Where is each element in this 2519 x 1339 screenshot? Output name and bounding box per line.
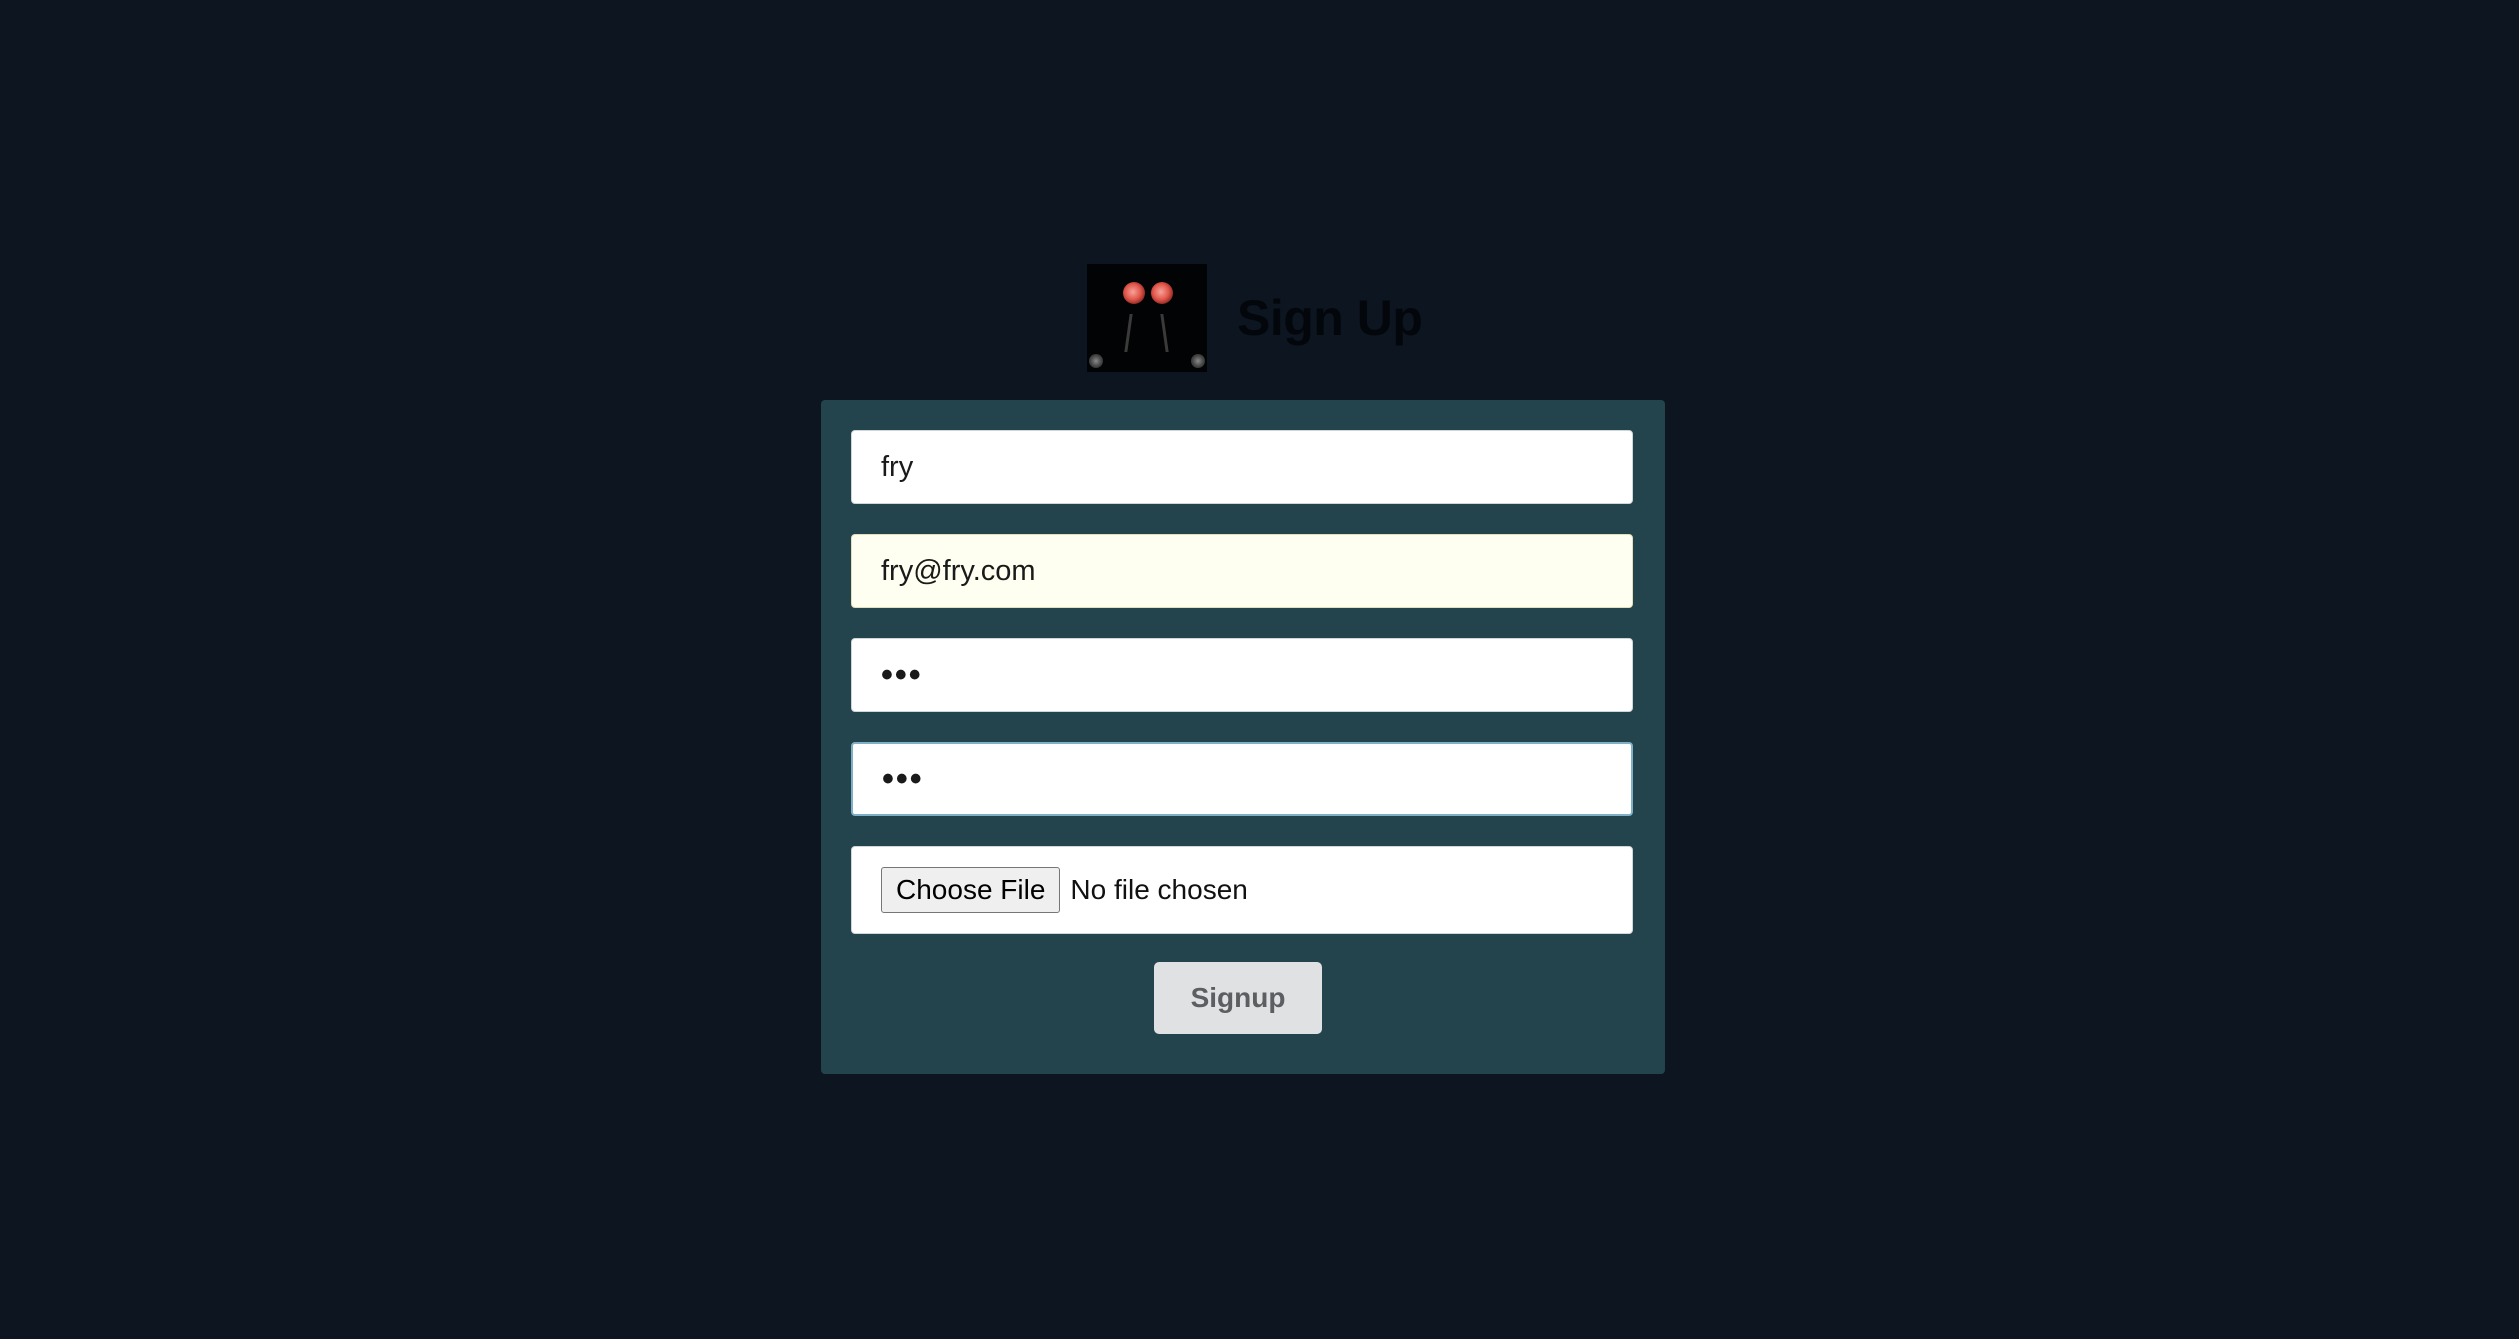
email-field[interactable]: fry@fry.com	[851, 534, 1633, 608]
logo-stripe	[1124, 314, 1133, 352]
signup-button[interactable]: Signup	[1154, 962, 1322, 1034]
right-eye-icon	[1151, 282, 1173, 304]
page-header: Sign Up	[1087, 264, 1423, 372]
username-value: fry	[881, 450, 914, 483]
password-value: •••	[881, 655, 923, 694]
password-field[interactable]: •••	[851, 638, 1633, 712]
choose-file-button[interactable]: Choose File	[881, 867, 1061, 913]
avatar-file-input[interactable]: Choose File No file chosen	[851, 846, 1633, 934]
logo-corner-dot	[1191, 354, 1205, 368]
logo-corner-dot	[1089, 354, 1103, 368]
username-field[interactable]: fry	[851, 430, 1633, 504]
page-title: Sign Up	[1237, 290, 1423, 346]
signup-form: fry fry@fry.com ••• ••• Choose File No f…	[821, 400, 1665, 1074]
glowing-eyes-logo-icon	[1087, 264, 1207, 372]
logo-stripe	[1160, 314, 1169, 352]
email-value: fry@fry.com	[881, 554, 1036, 587]
confirm-password-field[interactable]: •••	[851, 742, 1633, 816]
file-status-text: No file chosen	[1070, 874, 1248, 905]
confirm-password-value: •••	[882, 759, 924, 798]
left-eye-icon	[1123, 282, 1145, 304]
